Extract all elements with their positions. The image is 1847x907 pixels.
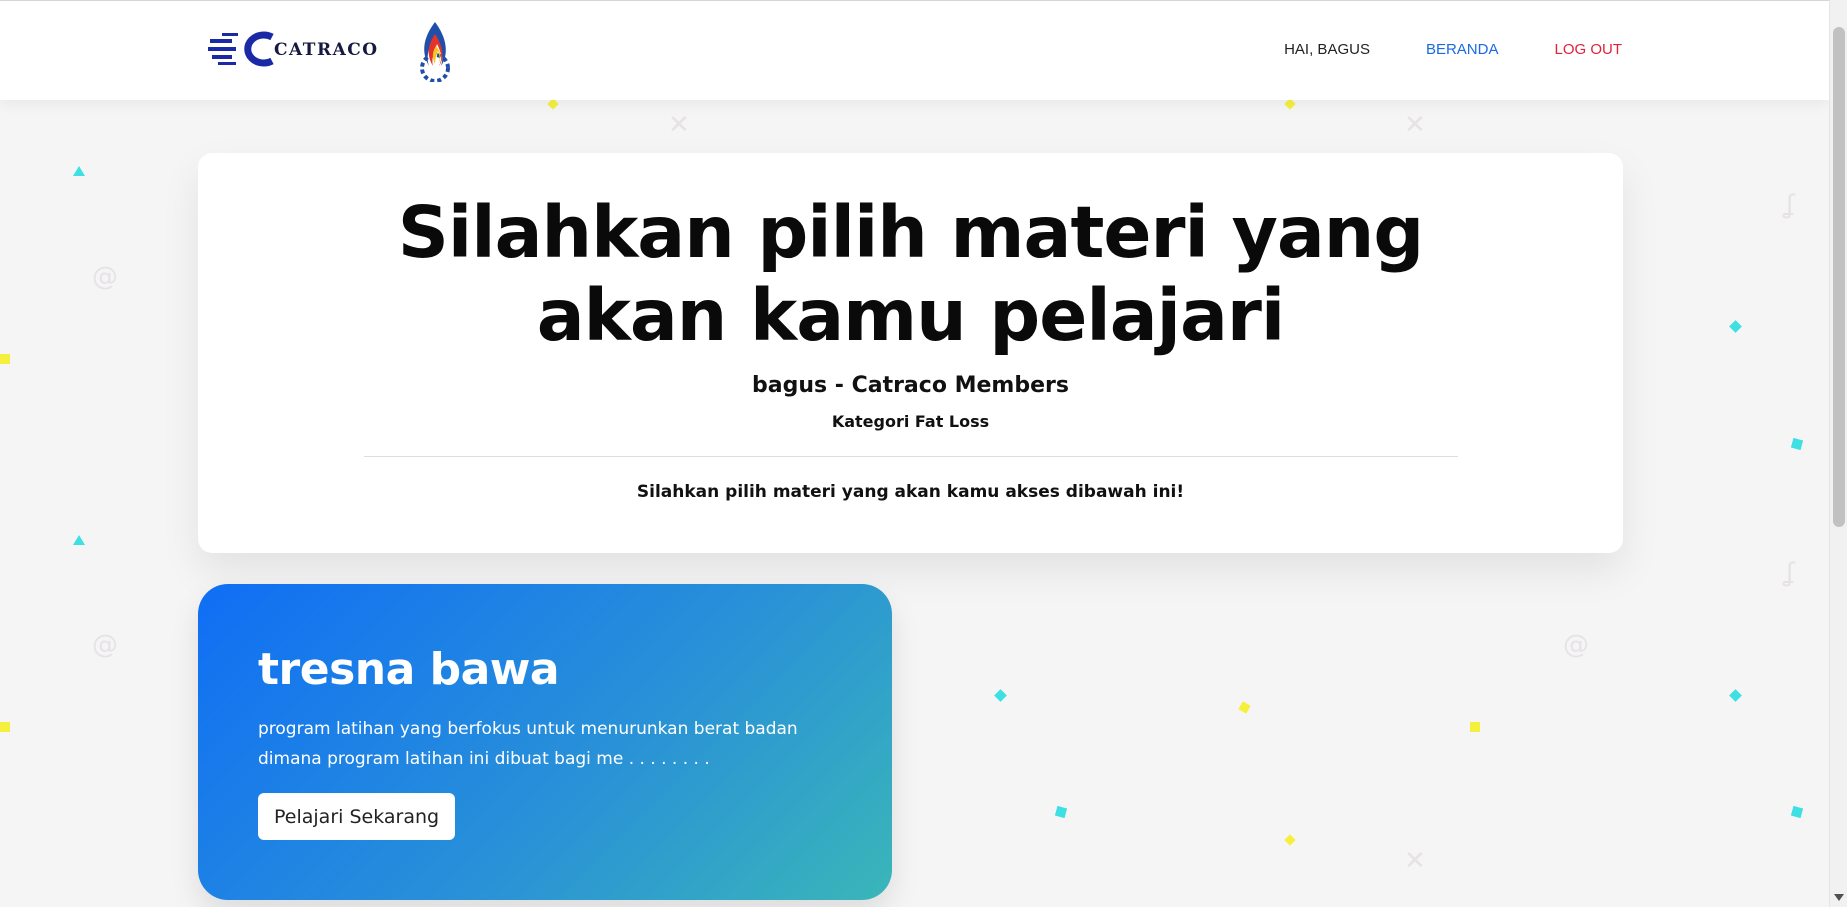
confetti-square xyxy=(0,354,10,364)
scroll-down-arrow-icon[interactable] xyxy=(1834,894,1844,901)
catraco-logo-icon xyxy=(208,31,274,67)
scrollbar-thumb[interactable] xyxy=(1833,27,1845,527)
confetti-diamond xyxy=(1284,98,1296,110)
confetti-faint-swirl: @ xyxy=(92,630,118,660)
member-subtitle: bagus - Catraco Members xyxy=(752,373,1069,398)
page-title: Silahkan pilih materi yang akan kamu pel… xyxy=(397,191,1424,357)
confetti-faint-x: ✕ xyxy=(1404,110,1426,140)
confetti-triangle xyxy=(73,166,85,176)
confetti-diamond xyxy=(994,689,1007,702)
instruction-text: Silahkan pilih materi yang akan kamu aks… xyxy=(636,482,1185,502)
confetti-square xyxy=(1470,722,1480,732)
brand-name: CATRACO xyxy=(274,40,379,60)
confetti-diamond xyxy=(1284,834,1296,846)
confetti-diamond xyxy=(547,98,559,110)
material-description: program latihan yang berfokus untuk menu… xyxy=(258,719,798,769)
confetti-faint-squiggle: ʆ xyxy=(1786,558,1795,588)
confetti-diamond xyxy=(1238,701,1251,714)
nav-home-link[interactable]: BERANDA xyxy=(1426,41,1499,58)
confetti-diamond xyxy=(1729,689,1742,702)
divider xyxy=(363,456,1458,457)
material-title: tresna bawa xyxy=(258,644,560,695)
confetti-faint-x: ✕ xyxy=(1404,846,1426,876)
confetti-faint-squiggle: ʆ xyxy=(1786,190,1795,220)
nav-menu: HAI, BAGUS BERANDA LOG OUT xyxy=(1284,41,1622,58)
confetti-faint-swirl: @ xyxy=(1563,630,1589,660)
nav-greeting[interactable]: HAI, BAGUS xyxy=(1284,41,1370,58)
confetti-faint-swirl: @ xyxy=(92,262,118,292)
hero-card: Silahkan pilih materi yang akan kamu pel… xyxy=(198,153,1623,553)
flame-gear-logo-icon xyxy=(420,22,450,82)
confetti-square xyxy=(1790,437,1804,451)
category-label: Kategori Fat Loss xyxy=(831,412,990,431)
material-card: tresna bawa program latihan yang berfoku… xyxy=(198,584,892,900)
nav-logout-link[interactable]: LOG OUT xyxy=(1554,41,1622,58)
confetti-square xyxy=(1790,805,1804,819)
confetti-square xyxy=(0,722,10,732)
confetti-faint-x: ✕ xyxy=(668,110,690,140)
confetti-square xyxy=(1054,805,1068,819)
page: ✕ ✕ ✕ @ @ @ ʆ ʆ CATRACO HAI, BAGUS BERAN xyxy=(0,0,1847,907)
vertical-scrollbar[interactable] xyxy=(1829,0,1847,907)
confetti-diamond xyxy=(1729,320,1742,333)
confetti-triangle xyxy=(73,535,85,545)
navbar: CATRACO HAI, BAGUS BERANDA LOG OUT xyxy=(0,0,1829,100)
brand-logo[interactable]: CATRACO xyxy=(208,31,379,67)
learn-now-button[interactable]: Pelajari Sekarang xyxy=(258,793,456,840)
